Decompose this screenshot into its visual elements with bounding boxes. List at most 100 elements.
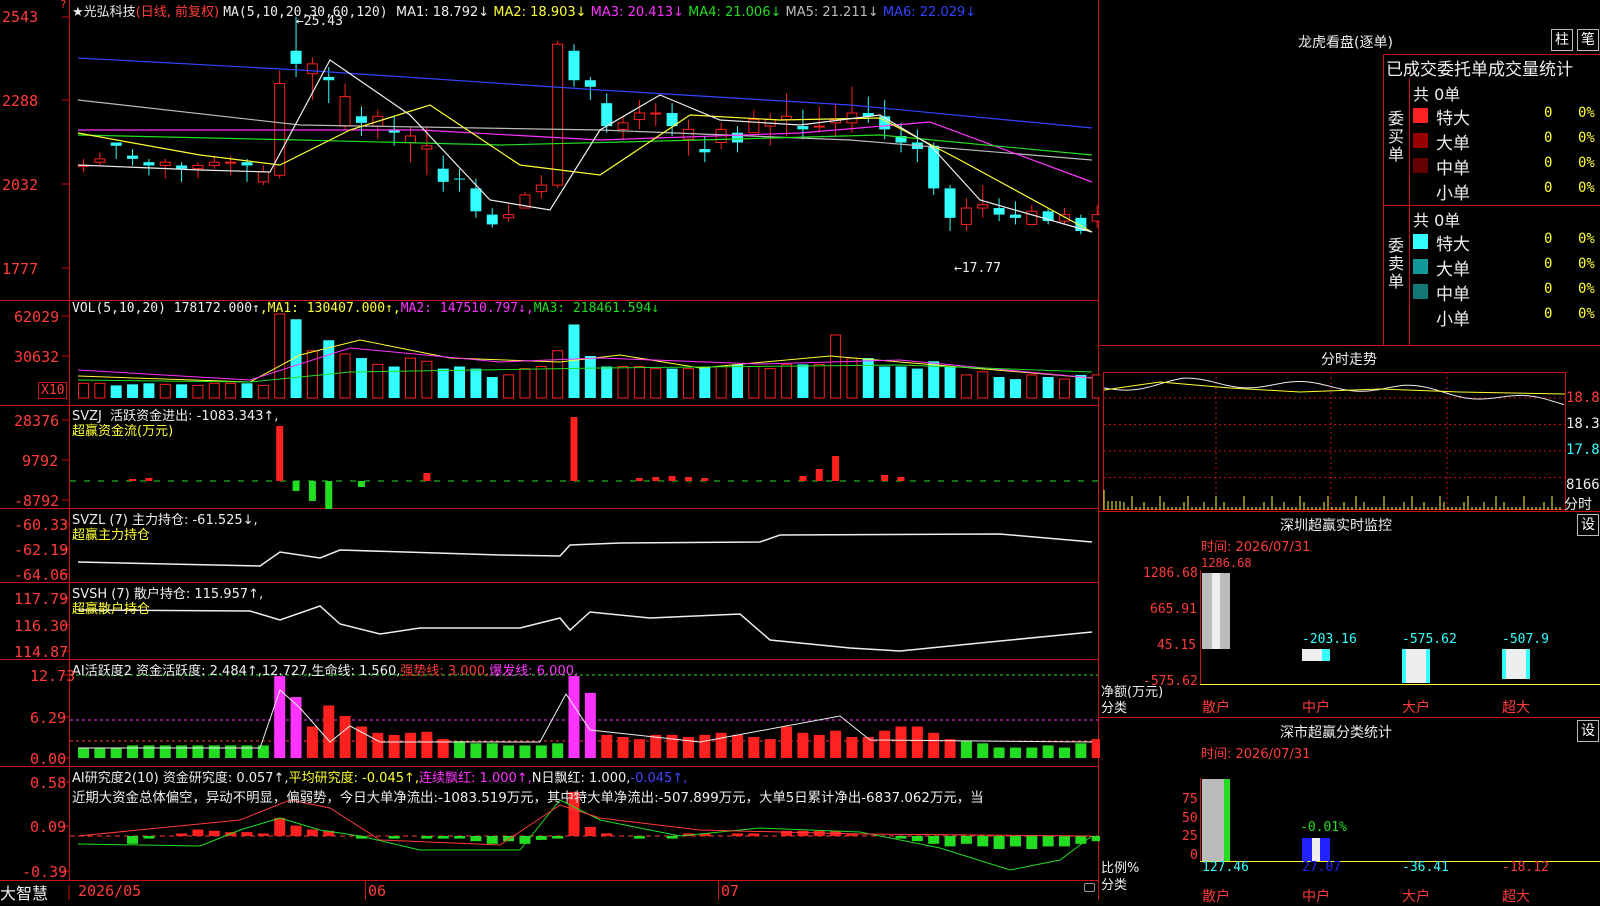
dragon-subtitle: 已成交委托单成交量统计 [1386, 60, 1573, 80]
ai2-v3: 连续飘红: 1.000↑, [419, 771, 532, 786]
order-size-percent: 0% [1578, 256, 1595, 272]
category-label: 中户 [1302, 889, 1330, 905]
intraday-title: 分时走势 [1321, 352, 1377, 368]
category-label: 大户 [1402, 700, 1430, 716]
main-header: ★光弘科技(日线, 前复权) MA(5,10,20,30,60,120) MA1… [72, 1, 976, 20]
order-size-swatch [1413, 309, 1428, 324]
intraday-price-line [1103, 377, 1565, 406]
order-size-swatch [1413, 234, 1428, 249]
sell-total: 共 0单 [1413, 211, 1461, 230]
order-size-label: 中单 [1436, 159, 1470, 179]
svsh-y-2: 116.30 [14, 617, 69, 635]
order-size-percent: 0% [1578, 105, 1595, 121]
svsh-sub: 超赢散户持仓 [72, 602, 151, 617]
classify-settings-button[interactable]: 设 [1577, 720, 1599, 742]
order-size-count: 0 [1544, 231, 1553, 247]
vol-y-1: 62029 [14, 308, 60, 326]
ma-3-value: MA3: 20.413↓ [586, 5, 684, 20]
category-label: 散户 [1202, 889, 1230, 905]
monitor-xlabel: 分类 [1101, 701, 1128, 716]
monitor-bar-xl-edge2 [1526, 649, 1530, 679]
ai1-v4: 强势线: 3.000, [400, 664, 490, 679]
monitor-bar-xl-edge1 [1502, 649, 1506, 679]
svzl-sub: 超赢主力持仓 [72, 528, 151, 543]
ai2-v2: 平均研究度: -0.045↑, [288, 771, 420, 786]
low-price-note: ←17.77 [954, 261, 1001, 276]
monitor-title: 深圳超赢实时监控 [1280, 518, 1392, 534]
intraday-vol-top: 8166 [1566, 477, 1600, 493]
tick-mode-button[interactable]: 笔 [1577, 29, 1599, 51]
order-size-percent: 0% [1578, 180, 1595, 196]
order-size-label: 小单 [1436, 310, 1470, 330]
monitor-bar-large-edge1 [1402, 649, 1406, 683]
order-size-percent: 0% [1578, 231, 1595, 247]
vol-ma1: MA1: 130407.000↑ [267, 301, 393, 316]
classify-y-1: 75 [1182, 792, 1198, 807]
category-value: -36.41 [1402, 860, 1449, 875]
classify-bar-retail-edge [1224, 779, 1230, 861]
buy-total: 共 0单 [1413, 85, 1461, 104]
ai2-y-1: 0.58 [30, 774, 67, 792]
ai1-v2: 12.727, [261, 664, 312, 679]
vol-ma3: MA3: 218461.594↓ [533, 301, 660, 316]
order-size-count: 0 [1544, 130, 1553, 146]
lock-icon[interactable] [1084, 883, 1095, 892]
vol-label: VOL(5,10,20) [72, 301, 166, 316]
order-size-count: 0 [1544, 105, 1553, 121]
order-size-label: 大单 [1436, 260, 1470, 280]
order-size-percent: 0% [1578, 281, 1595, 297]
order-size-percent: 0% [1578, 155, 1595, 171]
question-icon[interactable]: ? [60, 0, 67, 11]
bar-mode-button[interactable]: 柱 [1551, 29, 1573, 51]
svsh-y-3: 114.87 [14, 643, 69, 661]
y-label-2288: 2288 [2, 92, 39, 110]
svzj-y-3: -8792 [14, 492, 60, 510]
monitor-bar-large [1402, 649, 1430, 683]
order-size-swatch [1413, 183, 1428, 198]
monitor-bar-xl [1502, 649, 1530, 679]
order-size-count: 0 [1544, 256, 1553, 272]
ai2-v4: N日飘红: 1.000, [531, 771, 631, 786]
order-size-count: 0 [1544, 281, 1553, 297]
buy-orders-label: 委买单 [1388, 109, 1405, 164]
monitor-settings-button[interactable]: 设 [1577, 514, 1599, 536]
classify-y-2: 50 [1182, 811, 1198, 826]
ai1-v3: 生命线: 1.560, [311, 664, 401, 679]
category-value: -203.16 [1302, 632, 1357, 647]
classify-xlabel: 分类 [1101, 878, 1128, 893]
ai1-label: AI活跃度2 资金活跃度: 2.484↑, [72, 664, 262, 679]
vol-ma2: MA2: 147510.797↓ [400, 301, 526, 316]
ai1-y-1: 12.73 [30, 667, 76, 685]
ai2-label: AI研究度2(10) 资金研究度: 0.057↑, [72, 771, 289, 786]
monitor-y-1: 1286.68 [1143, 566, 1198, 581]
svzj-y-1: 28376 [14, 412, 60, 430]
brand-label: 大智慧 [0, 884, 49, 903]
monitor-bar-large-edge2 [1426, 649, 1430, 683]
chart-mode[interactable]: (日线, 前复权) [136, 5, 219, 20]
vol-unit: X10 [38, 382, 68, 399]
svsh-y-1: 117.79 [14, 590, 69, 608]
order-size-label: 中单 [1436, 285, 1470, 305]
category-value: -507.9 [1502, 632, 1549, 647]
intraday-vol-unit: 分时 [1564, 497, 1592, 513]
ma-1-value: MA1: 18.792↓ [391, 5, 490, 20]
category-label: 散户 [1202, 700, 1230, 716]
y-label-2032: 2032 [2, 176, 39, 194]
category-label: 超大 [1502, 700, 1530, 716]
ai2-v5: -0.045↑, [630, 771, 688, 786]
category-value: 27.07 [1302, 860, 1342, 875]
category-label: 大户 [1402, 889, 1430, 905]
ai2-y-3: -0.39 [22, 863, 68, 881]
order-size-count: 0 [1544, 155, 1553, 171]
order-size-label: 特大 [1436, 109, 1470, 129]
category-value: -575.62 [1402, 632, 1457, 647]
classify-y-4: 0 [1190, 848, 1198, 863]
category-label: 超大 [1502, 889, 1530, 905]
dragon-title: 龙虎看盘(逐单) [1298, 35, 1393, 51]
intraday-avg-line [1103, 381, 1566, 395]
stock-name[interactable]: ★光弘科技 [72, 5, 136, 20]
classify-time: 时间: 2026/07/31 [1201, 747, 1311, 762]
order-size-swatch [1413, 108, 1428, 123]
high-price-note: ←25.43 [296, 14, 343, 29]
svzj-sub: 超赢资金流(万元) [72, 424, 174, 439]
